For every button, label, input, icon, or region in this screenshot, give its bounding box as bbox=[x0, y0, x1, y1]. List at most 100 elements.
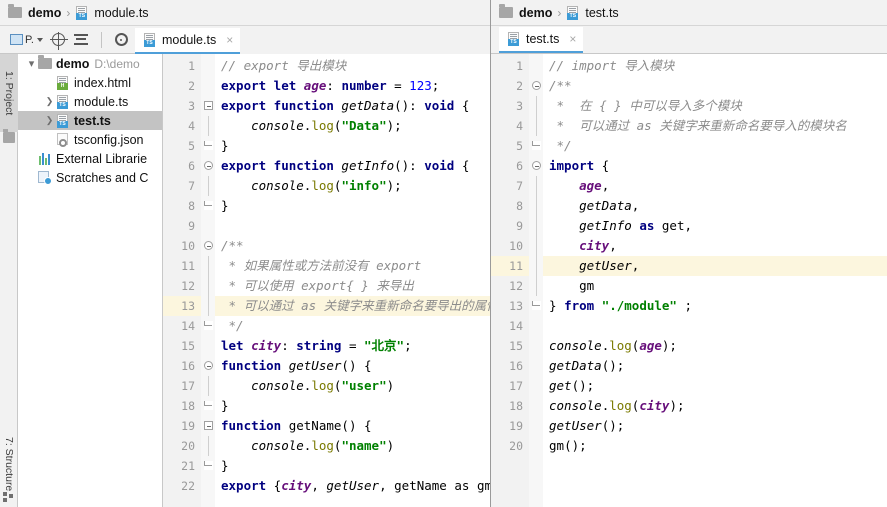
code-line[interactable]: */ bbox=[543, 136, 887, 156]
sidebar-item-project[interactable]: 1: Project bbox=[0, 54, 18, 132]
left-code-area[interactable]: // export 导出模块 export let age: number = 1… bbox=[215, 54, 490, 507]
code-line[interactable]: } bbox=[215, 456, 490, 476]
code-token: * 可以通过 as 关键字来重新命名要导入的模块名 bbox=[549, 118, 847, 133]
code-line[interactable]: * 如果属性或方法前没有 export bbox=[215, 256, 490, 276]
code-line[interactable]: /** bbox=[543, 76, 887, 96]
line-number: 15 bbox=[509, 339, 523, 353]
code-line[interactable]: export function getInfo(): void { bbox=[215, 156, 490, 176]
fold-end-icon[interactable] bbox=[201, 456, 215, 476]
right-code-area[interactable]: // import 导入模块 /** * 在 { } 中可以导入多个模块 * 可以… bbox=[543, 54, 887, 507]
fold-end-icon[interactable] bbox=[201, 316, 215, 336]
code-token: (); bbox=[571, 378, 595, 393]
collapse-all-icon[interactable] bbox=[73, 33, 88, 46]
fold-end-icon[interactable] bbox=[529, 136, 543, 156]
code-line[interactable]: * 可以通过 as 关键字来重新命名要导出的属性 bbox=[215, 296, 490, 316]
breadcrumb-project[interactable]: demo bbox=[519, 6, 552, 20]
chevron-right-icon[interactable] bbox=[44, 111, 55, 130]
code-line[interactable]: age, bbox=[543, 176, 887, 196]
code-token: getInfo bbox=[579, 218, 632, 233]
code-line[interactable]: city, bbox=[543, 236, 887, 256]
tab-module-ts[interactable]: TS module.ts × bbox=[135, 27, 241, 54]
code-line[interactable]: * 在 { } 中可以导入多个模块 bbox=[543, 96, 887, 116]
code-line[interactable]: export function getData(): void { bbox=[215, 96, 490, 116]
code-line[interactable]: } from "./module" ; bbox=[543, 296, 887, 316]
code-line[interactable]: * 可以使用 export{ } 来导出 bbox=[215, 276, 490, 296]
code-line[interactable]: get(); bbox=[543, 376, 887, 396]
tab-label: test.ts bbox=[526, 32, 560, 46]
line-number: 17 bbox=[509, 379, 523, 393]
chevron-right-icon[interactable] bbox=[44, 92, 55, 111]
fold-end-icon[interactable] bbox=[529, 296, 543, 316]
fold-collapse-icon[interactable] bbox=[529, 156, 543, 176]
project-view-selector[interactable]: P. bbox=[10, 34, 43, 46]
close-icon[interactable]: × bbox=[569, 32, 576, 46]
left-fold-gutter[interactable] bbox=[201, 54, 215, 507]
code-line[interactable]: console.log("user") bbox=[215, 376, 490, 396]
fold-collapse-icon[interactable] bbox=[201, 156, 215, 176]
right-fold-gutter[interactable] bbox=[529, 54, 543, 507]
close-icon[interactable]: × bbox=[226, 33, 233, 47]
code-line[interactable]: gm bbox=[543, 276, 887, 296]
left-editor[interactable]: 1 2 3 4 5 6 7 8 9 10 11 12 13 14 15 16 17 18 19 20 21 22 // e… bbox=[163, 54, 490, 507]
code-line[interactable]: getInfo as get, bbox=[543, 216, 887, 236]
code-line[interactable]: */ bbox=[215, 316, 490, 336]
code-line[interactable]: * 可以通过 as 关键字来重新命名要导入的模块名 bbox=[543, 116, 887, 136]
tree-item-tsconfig-json[interactable]: tsconfig.json bbox=[18, 130, 162, 149]
fold-collapse-icon[interactable] bbox=[201, 96, 215, 116]
breadcrumb-file[interactable]: test.ts bbox=[585, 6, 618, 20]
code-line[interactable]: getUser, bbox=[543, 256, 887, 276]
code-line[interactable]: getData(); bbox=[543, 356, 887, 376]
settings-gear-icon[interactable] bbox=[114, 33, 128, 46]
code-line[interactable]: } bbox=[215, 196, 490, 216]
code-line[interactable]: export {city, getUser, getName as gm}; bbox=[215, 476, 490, 496]
code-line[interactable]: } bbox=[215, 396, 490, 416]
chevron-down-icon[interactable] bbox=[26, 54, 37, 73]
code-line[interactable]: function getName() { bbox=[215, 416, 490, 436]
tree-item-scratches-and-c[interactable]: Scratches and C bbox=[18, 168, 162, 187]
code-line[interactable]: console.log(age); bbox=[543, 336, 887, 356]
fold-end-icon[interactable] bbox=[201, 136, 215, 156]
fold-slot bbox=[201, 276, 215, 296]
code-line[interactable]: export let age: number = 123; bbox=[215, 76, 490, 96]
code-line[interactable]: let city: string = "北京"; bbox=[215, 336, 490, 356]
fold-collapse-icon[interactable] bbox=[201, 356, 215, 376]
folder-icon bbox=[37, 55, 53, 69]
code-line[interactable]: console.log(city); bbox=[543, 396, 887, 416]
code-line[interactable]: console.log("info"); bbox=[215, 176, 490, 196]
code-line[interactable]: // export 导出模块 bbox=[215, 56, 490, 76]
code-line[interactable]: gm(); bbox=[543, 436, 887, 456]
breadcrumb-file[interactable]: module.ts bbox=[94, 6, 148, 20]
code-line[interactable] bbox=[215, 216, 490, 236]
tree-item-index-html[interactable]: Hindex.html bbox=[18, 73, 162, 92]
scroll-from-source-icon[interactable] bbox=[50, 31, 69, 50]
code-line[interactable]: console.log("Data"); bbox=[215, 116, 490, 136]
fold-end-icon[interactable] bbox=[201, 396, 215, 416]
fold-collapse-icon[interactable] bbox=[201, 416, 215, 436]
project-view-label: P. bbox=[25, 33, 34, 46]
code-line[interactable] bbox=[543, 316, 887, 336]
code-line[interactable]: import { bbox=[543, 156, 887, 176]
tree-item-external-librarie[interactable]: External Librarie bbox=[18, 149, 162, 168]
code-token: console bbox=[251, 178, 304, 193]
fold-end-icon[interactable] bbox=[201, 196, 215, 216]
right-editor[interactable]: 1 2 3 4 5 6 7 8 9 10 11 12 13 14 15 16 17 18 19 20 // impor… bbox=[491, 54, 887, 507]
tree-item-test-ts[interactable]: TStest.ts bbox=[18, 111, 162, 130]
code-line[interactable]: getUser(); bbox=[543, 416, 887, 436]
tree-item-demo[interactable]: demo D:\demo bbox=[18, 54, 162, 73]
code-line[interactable]: getData, bbox=[543, 196, 887, 216]
line-number: 5 bbox=[516, 139, 523, 153]
fold-slot bbox=[529, 276, 543, 296]
fold-collapse-icon[interactable] bbox=[529, 76, 543, 96]
tab-test-ts[interactable]: TS test.ts × bbox=[499, 27, 584, 53]
tree-item-module-ts[interactable]: TSmodule.ts bbox=[18, 92, 162, 111]
code-line[interactable]: } bbox=[215, 136, 490, 156]
fold-collapse-icon[interactable] bbox=[201, 236, 215, 256]
code-line[interactable]: console.log("name") bbox=[215, 436, 490, 456]
breadcrumb-project[interactable]: demo bbox=[28, 6, 61, 20]
project-tree[interactable]: demoD:\demoHindex.htmlTSmodule.tsTStest.… bbox=[18, 54, 163, 507]
code-line[interactable]: /** bbox=[215, 236, 490, 256]
code-line[interactable]: // import 导入模块 bbox=[543, 56, 887, 76]
code-line[interactable]: function getUser() { bbox=[215, 356, 490, 376]
